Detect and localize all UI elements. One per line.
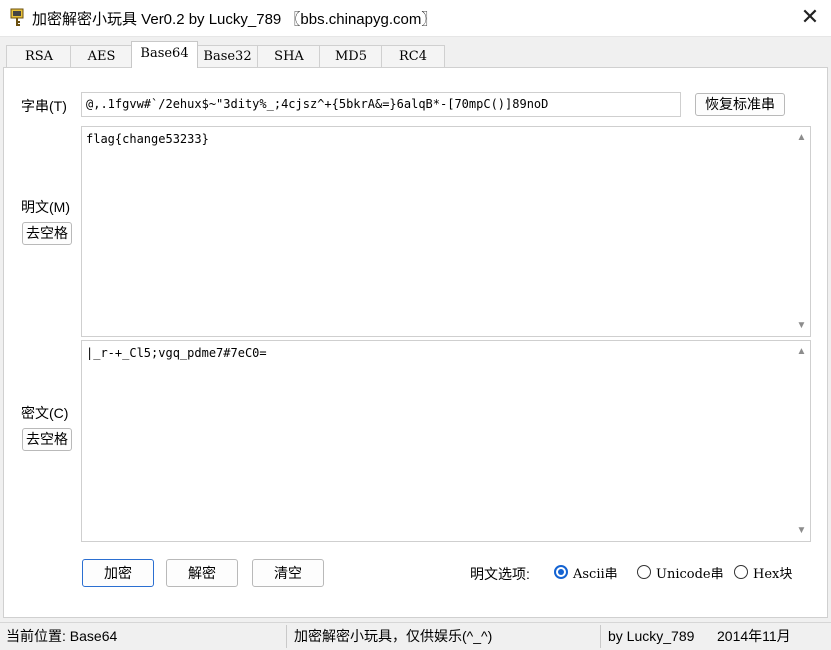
- ciphertext-label: 密文(C): [21, 405, 69, 421]
- tab-rsa[interactable]: RSA: [6, 45, 72, 67]
- restore-standard-button[interactable]: 恢复标准串: [695, 93, 785, 116]
- alphabet-input[interactable]: @,.1fgvw#`/2ehux$~"3dity%_;4cjsz^+{5bkrA…: [81, 92, 681, 117]
- plaintext-textarea[interactable]: flag{change53233} ▲ ▼: [81, 126, 811, 337]
- radio-unicode-label[interactable]: Unicode串: [656, 563, 724, 582]
- radio-hex[interactable]: [734, 565, 748, 579]
- app-key-icon: [10, 8, 24, 26]
- window-title: 加密解密小玩具 Ver0.2 by Lucky_789 〖bbs.chinapy…: [32, 11, 437, 28]
- triangle-up-icon[interactable]: ▲: [793, 343, 810, 360]
- encrypt-button[interactable]: 加密: [82, 559, 154, 587]
- tab-base32[interactable]: Base32: [196, 45, 259, 67]
- status-separator: [600, 625, 601, 648]
- tab-md5[interactable]: MD5: [319, 45, 383, 67]
- tab-aes[interactable]: AES: [70, 45, 133, 67]
- plaintext-label: 明文(M): [21, 199, 70, 215]
- ciphertext-scrollbar[interactable]: ▲ ▼: [793, 341, 810, 541]
- alphabet-label: 字串(T): [21, 98, 67, 114]
- radio-ascii[interactable]: [554, 565, 568, 579]
- clear-button[interactable]: 清空: [252, 559, 324, 587]
- plaintext-scrollbar[interactable]: ▲ ▼: [793, 127, 810, 336]
- triangle-up-icon[interactable]: ▲: [793, 129, 810, 146]
- triangle-down-icon[interactable]: ▼: [793, 317, 810, 334]
- title-bar: 加密解密小玩具 Ver0.2 by Lucky_789 〖bbs.chinapy…: [0, 0, 831, 37]
- triangle-down-icon[interactable]: ▼: [793, 522, 810, 539]
- plaintext-strip-spaces-button[interactable]: 去空格: [22, 222, 72, 245]
- ciphertext-textarea[interactable]: |_r-+_Cl5;vgq_pdme7#7eC0= ▲ ▼: [81, 340, 811, 542]
- status-position: 当前位置: Base64: [6, 628, 118, 644]
- radio-ascii-label[interactable]: Ascii串: [573, 563, 618, 582]
- status-author: by Lucky_789: [608, 628, 695, 644]
- ciphertext-strip-spaces-button[interactable]: 去空格: [22, 428, 72, 451]
- status-note: 加密解密小玩具，仅供娱乐(^_^): [294, 628, 493, 644]
- tab-sha[interactable]: SHA: [257, 45, 321, 67]
- plaintext-value: flag{change53233}: [86, 132, 209, 146]
- status-separator: [286, 625, 287, 648]
- tab-rc4[interactable]: RC4: [381, 45, 445, 67]
- close-icon[interactable]: ✕: [798, 6, 822, 30]
- status-date: 2014年11月: [717, 628, 791, 644]
- ciphertext-value: |_r-+_Cl5;vgq_pdme7#7eC0=: [86, 346, 267, 360]
- radio-unicode[interactable]: [637, 565, 651, 579]
- radio-hex-label[interactable]: Hex块: [753, 563, 792, 582]
- status-bar: 当前位置: Base64 加密解密小玩具，仅供娱乐(^_^) by Lucky_…: [0, 622, 831, 650]
- tab-base64[interactable]: Base64: [131, 41, 198, 68]
- plaintext-options-label: 明文选项:: [470, 566, 530, 582]
- decrypt-button[interactable]: 解密: [166, 559, 238, 587]
